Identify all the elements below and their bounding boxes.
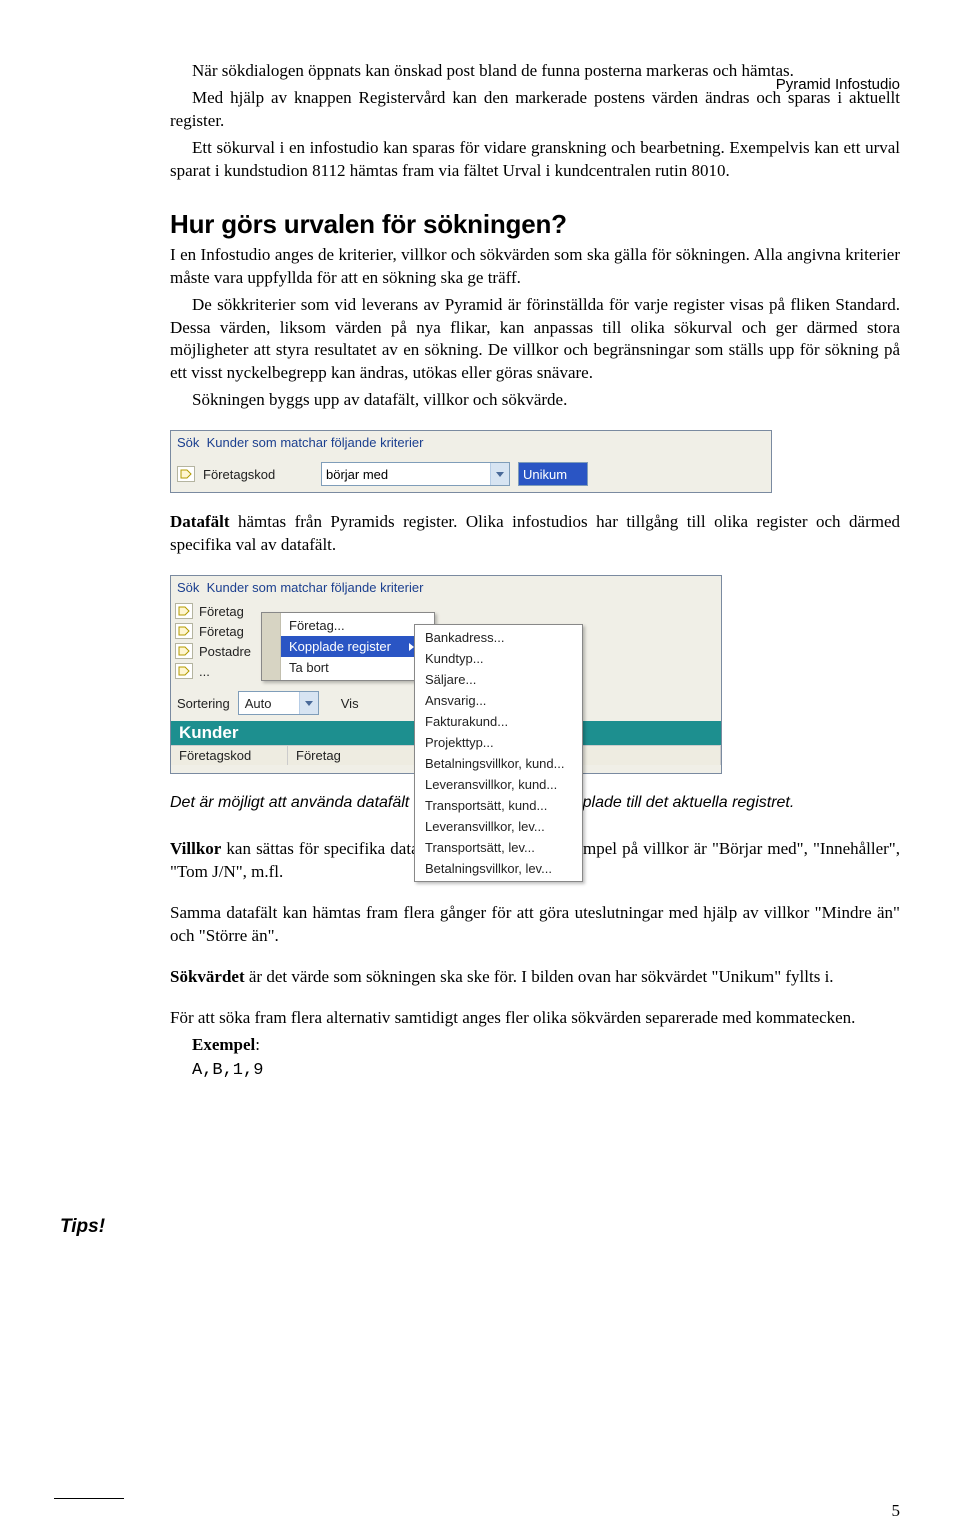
th-foretagskod[interactable]: Företagskod	[171, 746, 288, 765]
submenu-item[interactable]: Leveransvillkor, lev...	[415, 816, 582, 837]
body-column: När sökdialogen öppnats kan önskad post …	[170, 60, 900, 1080]
menu-item-label: Företag...	[289, 618, 345, 633]
fig2-row-1[interactable]: Företag	[199, 624, 257, 639]
section-p2: De sökkriterier som vid leverans av Pyra…	[170, 294, 900, 386]
tag-icon	[177, 466, 195, 482]
running-head: Pyramid Infostudio	[776, 76, 900, 93]
submenu-item[interactable]: Transportsätt, lev...	[415, 837, 582, 858]
menu-item-ta-bort[interactable]: Ta bort	[281, 657, 434, 678]
fig2-row-0[interactable]: Företag	[199, 604, 257, 619]
sortering-value: Auto	[239, 692, 299, 714]
figure-search-criteria-2: Sök Kunder som matchar följande kriterie…	[170, 575, 722, 774]
submenu-item[interactable]: Transportsätt, kund...	[415, 795, 582, 816]
fig2-header: Sök Kunder som matchar följande kriterie…	[171, 576, 721, 601]
tips-para: Samma datafält kan hämtas fram flera gån…	[170, 902, 900, 948]
fig2-sok-label: Sök	[177, 580, 199, 595]
datafalt-para: Datafält hämtas från Pyramids register. …	[170, 511, 900, 557]
sortering-label: Sortering	[177, 696, 230, 711]
submenu-item[interactable]: Betalningsvillkor, lev...	[415, 858, 582, 879]
sokvarde-rest: är det värde som sökningen ska ske för. …	[245, 967, 834, 986]
tag-icon	[175, 663, 193, 679]
value-input[interactable]: Unikum	[518, 462, 588, 486]
submenu-item[interactable]: Ansvarig...	[415, 690, 582, 711]
sokvarde-para: Sökvärdet är det värde som sökningen ska…	[170, 966, 900, 989]
menu-item-kopplade-register[interactable]: Kopplade register	[281, 636, 434, 657]
multi-search-para: För att söka fram flera alternativ samti…	[170, 1007, 900, 1030]
menu-gutter	[262, 613, 281, 680]
datafalt-rest: hämtas från Pyramids register. Olika inf…	[170, 512, 900, 554]
section-p3: Sökningen byggs upp av datafält, villkor…	[170, 389, 900, 412]
section-heading: Hur görs urvalen för sökningen?	[170, 209, 900, 240]
submenu: Bankadress... Kundtyp... Säljare... Ansv…	[414, 624, 583, 882]
figure-search-criteria-1: Sök Kunder som matchar följande kriterie…	[170, 430, 772, 493]
fig1-sok-label: Sök	[177, 435, 199, 450]
fig2-row-2[interactable]: Postadre	[199, 644, 257, 659]
submenu-item[interactable]: Säljare...	[415, 669, 582, 690]
intro-p2: Med hjälp av knappen Registervård kan de…	[170, 87, 900, 133]
context-menu: Företag... Kopplade register Ta bort	[261, 612, 435, 681]
chevron-down-icon[interactable]	[299, 692, 318, 714]
fig2-sok-text: Kunder som matchar följande kriterier	[207, 580, 424, 595]
sortering-combobox[interactable]: Auto	[238, 691, 319, 715]
intro-p3: Ett sökurval i en infostudio kan sparas …	[170, 137, 900, 183]
footer-divider	[54, 1498, 124, 1499]
exempel-label: Exempel	[192, 1035, 255, 1054]
condition-combobox[interactable]	[321, 462, 510, 486]
tag-icon	[175, 643, 193, 659]
menu-item-foretag[interactable]: Företag...	[281, 615, 434, 636]
visa-label: Vis	[341, 696, 359, 711]
datafalt-lead: Datafält	[170, 512, 229, 531]
chevron-down-icon[interactable]	[490, 463, 509, 485]
submenu-item[interactable]: Fakturakund...	[415, 711, 582, 732]
villkor-lead: Villkor	[170, 839, 221, 858]
tag-icon	[175, 603, 193, 619]
fig2-row-3[interactable]: ...	[199, 664, 257, 679]
submenu-item[interactable]: Bankadress...	[415, 627, 582, 648]
value-input-text: Unikum	[523, 467, 567, 482]
menu-item-label: Ta bort	[289, 660, 329, 675]
fig1-header: Sök Kunder som matchar följande kriterie…	[171, 431, 771, 460]
tips-margin-label: Tips!	[60, 1216, 105, 1238]
exempel-label-line: Exempel:	[170, 1034, 900, 1057]
condition-input[interactable]	[322, 463, 490, 485]
fig1-field-label: Företagskod	[203, 467, 313, 482]
tag-icon	[175, 623, 193, 639]
submenu-item[interactable]: Leveransvillkor, kund...	[415, 774, 582, 795]
section-p1: I en Infostudio anges de kriterier, vill…	[170, 244, 900, 290]
page-number: 5	[892, 1501, 901, 1521]
submenu-item[interactable]: Betalningsvillkor, kund...	[415, 753, 582, 774]
submenu-item[interactable]: Projekttyp...	[415, 732, 582, 753]
menu-item-label: Kopplade register	[289, 639, 391, 654]
submenu-item[interactable]: Kundtyp...	[415, 648, 582, 669]
exempel-code: A,B,1,9	[170, 1061, 900, 1080]
sokvarde-lead: Sökvärdet	[170, 967, 245, 986]
fig1-sok-text: Kunder som matchar följande kriterier	[207, 435, 424, 450]
page: Pyramid Infostudio När sökdialogen öppna…	[0, 60, 960, 1535]
